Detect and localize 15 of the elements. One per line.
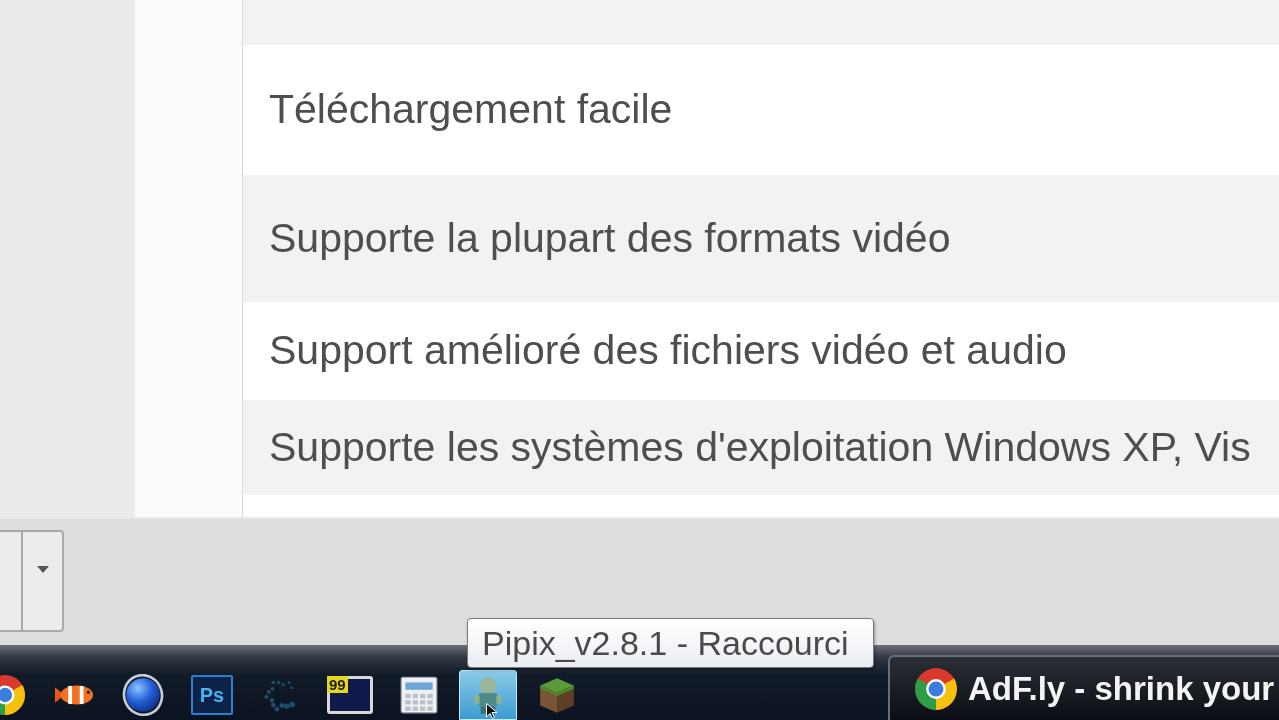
monitor-icon[interactable]: 99 xyxy=(327,676,373,714)
tooltip: Pipix_v2.8.1 - Raccourci xyxy=(467,618,874,668)
feature-text: Téléchargement facile xyxy=(269,86,673,134)
feature-text: Supporte les systèmes d'exploitation Windows XP, Vis xyxy=(269,423,1251,472)
browser-icon xyxy=(914,666,958,711)
window-button[interactable]: AdF.ly - shrink your xyxy=(888,655,1279,720)
taskbar-button[interactable] xyxy=(459,670,517,720)
caret-icon xyxy=(36,566,49,573)
feature-text: Support amélioré des fichiers vidéo et audio xyxy=(269,327,1067,375)
dropdown-toggle[interactable] xyxy=(22,530,64,632)
calculator-icon[interactable] xyxy=(398,674,440,716)
feature-text: Supporte la plupart des formats vidéo xyxy=(269,214,951,263)
app-tile-icon[interactable]: Ps xyxy=(191,675,233,715)
globe-icon[interactable] xyxy=(122,674,164,716)
cursor-icon xyxy=(486,703,498,719)
